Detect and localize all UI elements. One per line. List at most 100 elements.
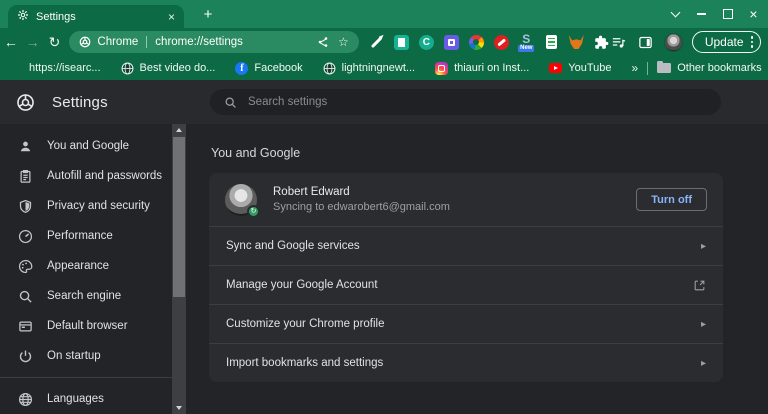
settings-content: You and Google ↻ Robert Edward Syncing t… [186, 124, 768, 414]
bookmark-item[interactable]: lightningnewt... [323, 62, 415, 75]
other-bookmarks-label: Other bookmarks [677, 62, 762, 74]
globe-favicon-icon [121, 62, 134, 75]
sidebar-label: Appearance [47, 260, 110, 272]
sidebar-item-privacy[interactable]: Privacy and security [0, 191, 172, 221]
row-customize-chrome-profile[interactable]: Customize your Chrome profile ▸ [209, 304, 723, 343]
speedometer-icon [17, 228, 33, 244]
share-icon[interactable] [317, 36, 329, 48]
bookmark-item[interactable]: Best video do... [121, 62, 216, 75]
globe-icon [17, 391, 33, 407]
grid-favicon-icon [10, 62, 23, 75]
bookmarks-overflow-button[interactable]: » [632, 61, 639, 75]
search-input[interactable] [248, 96, 707, 108]
omnibox[interactable]: Chrome chrome://settings ☆ [69, 31, 359, 53]
bookmark-item[interactable]: thiauri on Inst... [435, 61, 530, 75]
bookmark-label: YouTube [568, 62, 612, 74]
folder-icon [657, 60, 672, 73]
sidebar-label: Default browser [47, 320, 128, 332]
close-button[interactable]: × [747, 7, 760, 21]
toolbar-right-cluster: Update [610, 31, 768, 53]
sidebar-label: Languages [47, 393, 104, 405]
vertical-scrollbar[interactable] [172, 124, 186, 414]
bookmark-label: thiauri on Inst... [454, 62, 530, 74]
youtube-favicon-icon [549, 63, 563, 73]
c-letter-extension-icon[interactable]: C [418, 34, 435, 51]
sidebar-label: Autofill and passwords [47, 170, 163, 182]
power-icon [17, 348, 33, 364]
bookmark-label: https://isearc... [29, 62, 101, 74]
bookmark-item[interactable]: https://isearc... [10, 62, 101, 75]
sidebar-item-search-engine[interactable]: Search engine [0, 281, 172, 311]
scroll-down-arrow-icon[interactable] [172, 402, 186, 414]
document-extension-icon[interactable] [543, 34, 560, 51]
new-tab-button[interactable]: + [197, 3, 219, 25]
side-panel-icon[interactable] [637, 33, 655, 51]
extensions-puzzle-icon[interactable] [593, 34, 610, 51]
sidebar-label: On startup [47, 350, 101, 362]
sidebar-item-you-and-google[interactable]: You and Google [0, 131, 172, 161]
sidebar-item-appearance[interactable]: Appearance [0, 251, 172, 281]
bookmarks-divider [647, 61, 649, 75]
red-circle-extension-icon[interactable] [493, 34, 510, 51]
settings-search[interactable] [210, 89, 721, 115]
bookmark-item[interactable]: f Facebook [235, 61, 303, 75]
sidebar-item-on-startup[interactable]: On startup [0, 341, 172, 371]
menu-ellipsis-icon[interactable] [750, 36, 754, 48]
teal-page-extension-icon[interactable] [393, 34, 410, 51]
chevron-down-icon[interactable] [669, 8, 682, 21]
page-title: Settings [52, 93, 108, 111]
tab-settings[interactable]: Settings × [8, 5, 184, 28]
browser-window: Settings × + × ← → ↻ Chrome chrome://set… [0, 0, 768, 414]
sidebar-label: Performance [47, 230, 113, 242]
color-wheel-extension-icon[interactable] [468, 34, 485, 51]
sidebar-item-default-browser[interactable]: Default browser [0, 311, 172, 341]
globe-favicon-icon [323, 62, 336, 75]
metamask-fox-extension-icon[interactable] [568, 34, 585, 51]
row-import-bookmarks[interactable]: Import bookmarks and settings ▸ [209, 343, 723, 382]
turn-off-button[interactable]: Turn off [636, 188, 707, 211]
row-label: Customize your Chrome profile [226, 318, 385, 330]
scroll-up-arrow-icon[interactable] [172, 124, 186, 136]
bookmark-item[interactable]: YouTube [549, 62, 612, 75]
playlist-icon[interactable] [610, 33, 628, 51]
profile-photo: ↻ [225, 183, 260, 218]
maximize-button[interactable] [721, 8, 734, 21]
chrome-settings-logo-icon [16, 93, 35, 112]
row-manage-google-account[interactable]: Manage your Google Account [209, 265, 723, 304]
row-label: Import bookmarks and settings [226, 357, 384, 369]
sidebar-item-languages[interactable]: Languages [0, 384, 172, 414]
profile-name: Robert Edward [273, 186, 350, 198]
sidebar-item-autofill[interactable]: Autofill and passwords [0, 161, 172, 191]
row-sync-and-google-services[interactable]: Sync and Google services ▸ [209, 226, 723, 265]
sidebar-item-performance[interactable]: Performance [0, 221, 172, 251]
new-badge: New [518, 44, 535, 52]
window-controls: × [669, 0, 764, 28]
omnibox-url: chrome://settings [155, 36, 243, 48]
browser-toolbar: ← → ↻ Chrome chrome://settings ☆ C S New [0, 28, 768, 56]
bookmark-label: Best video do... [139, 62, 216, 74]
sidebar-label: You and Google [47, 140, 130, 152]
update-button[interactable]: Update [691, 31, 762, 53]
bookmark-star-icon[interactable]: ☆ [338, 35, 349, 49]
tab-close-icon[interactable]: × [168, 11, 175, 23]
other-bookmarks-button[interactable]: Other bookmarks [657, 60, 762, 74]
purple-square-extension-icon[interactable] [443, 34, 460, 51]
profile-avatar[interactable] [663, 32, 683, 52]
s-letter-extension-icon[interactable]: S New [518, 33, 535, 52]
chrome-logo-icon [79, 36, 91, 48]
eyedropper-extension-icon[interactable] [368, 34, 385, 51]
instagram-favicon-icon [435, 61, 449, 75]
section-title: You and Google [211, 146, 301, 160]
scrollbar-thumb[interactable] [173, 137, 185, 297]
back-button[interactable]: ← [0, 31, 22, 53]
minimize-button[interactable] [695, 8, 708, 21]
reload-button[interactable]: ↻ [44, 31, 66, 53]
clipboard-icon [17, 168, 33, 184]
omnibox-divider [146, 36, 148, 48]
facebook-favicon-icon: f [235, 61, 249, 75]
sidebar-label: Search engine [47, 290, 122, 302]
titlebar: Settings × + × [0, 0, 768, 28]
external-link-icon [693, 279, 706, 292]
bookmark-label: Facebook [254, 62, 303, 74]
forward-button: → [25, 34, 40, 50]
